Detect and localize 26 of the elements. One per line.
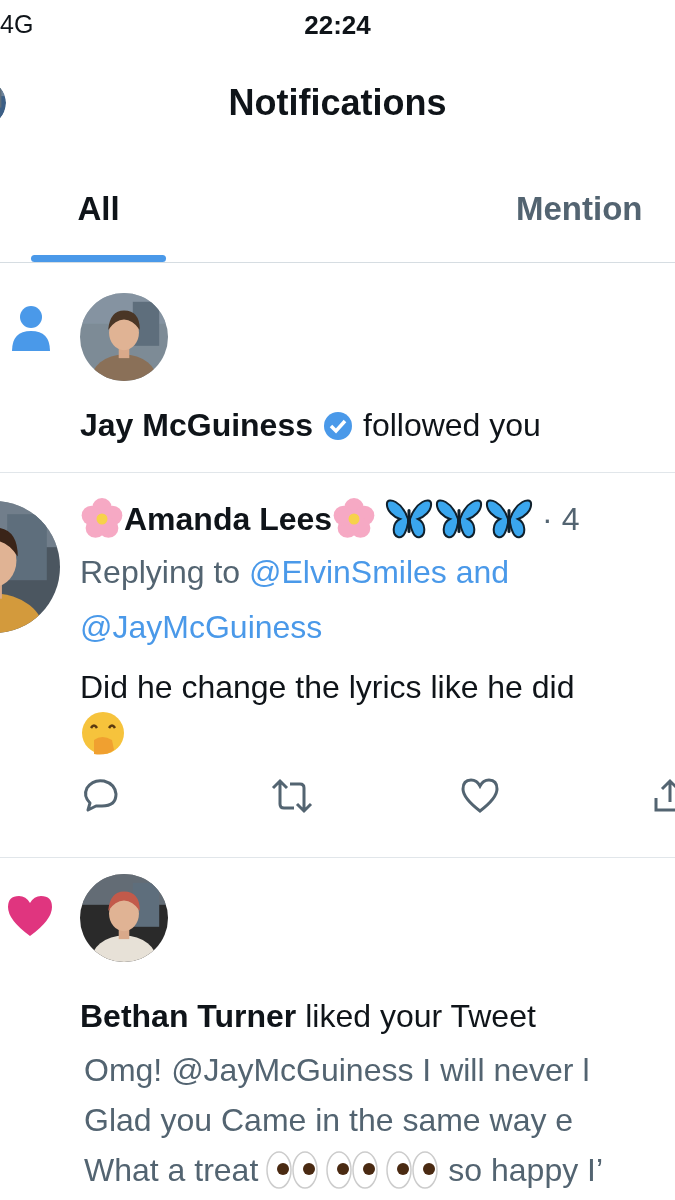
notification-text: followed you xyxy=(363,407,541,444)
tab[interactable]: All xyxy=(31,155,166,262)
user-name[interactable]: Jay McGuiness xyxy=(80,407,313,444)
tweet-preview-text: Omg! @JayMcGuiness I will never l xyxy=(84,1051,590,1090)
heart-icon xyxy=(6,894,54,938)
face-emoji-icon xyxy=(80,710,126,756)
network-label: 4G xyxy=(0,10,34,39)
replying-label: Replying to xyxy=(80,554,241,590)
flower-icon xyxy=(332,497,377,541)
butterfly-icon xyxy=(384,497,435,541)
tweet-text: Did he change the lyrics like he did xyxy=(80,669,576,706)
butterfly-icon xyxy=(484,497,535,541)
tweet-preview-text: Glad you Came in the same way e xyxy=(84,1101,574,1140)
like-icon[interactable] xyxy=(460,776,500,814)
tweet-time: · 4 xyxy=(542,500,580,538)
clock: 22:24 xyxy=(304,9,371,41)
flower-icon xyxy=(80,497,124,541)
user-name[interactable]: Amanda Lees xyxy=(124,500,333,538)
person-icon xyxy=(10,305,52,351)
retweet-icon[interactable] xyxy=(270,776,314,816)
butterfly-icon xyxy=(434,497,485,541)
tweet-preview-text: so happy I’ xyxy=(448,1151,604,1190)
page-title: Notifications xyxy=(228,81,447,124)
tab[interactable]: Mention xyxy=(516,155,643,262)
tweet-preview-text: What a treat xyxy=(84,1151,259,1190)
notification-text: Bethan Turner liked your Tweet xyxy=(80,998,536,1035)
